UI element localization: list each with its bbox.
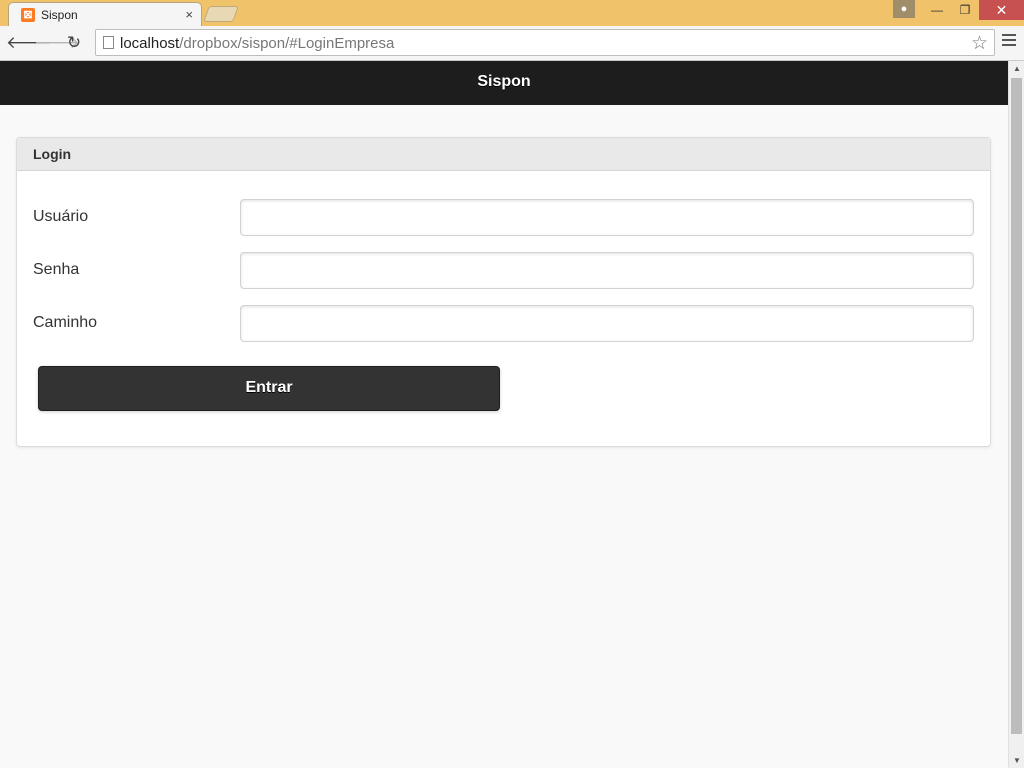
- new-tab-button[interactable]: [203, 6, 239, 22]
- form-row-usuario: Usuário: [33, 199, 975, 237]
- window-controls: ● — ❐ ✕: [893, 0, 1024, 22]
- login-panel-title: Login: [17, 138, 990, 171]
- restore-button[interactable]: ❐: [951, 0, 979, 20]
- address-bar[interactable]: localhost/dropbox/sispon/#LoginEmpresa ☆: [95, 29, 995, 56]
- vertical-scrollbar[interactable]: ▲ ▼: [1008, 61, 1024, 768]
- form-row-caminho: Caminho: [33, 305, 975, 343]
- page-viewport: Sispon Login Usuário Senha Caminho Entra…: [0, 61, 1008, 768]
- user-profile-icon[interactable]: ●: [893, 0, 915, 18]
- back-arrow-icon[interactable]: 🡐: [6, 32, 52, 54]
- minimize-button[interactable]: —: [923, 0, 951, 20]
- tab-close-icon[interactable]: ×: [185, 7, 193, 22]
- entrar-button[interactable]: Entrar: [38, 366, 500, 411]
- login-panel: Login Usuário Senha Caminho Entrar: [16, 137, 991, 447]
- xampp-favicon-icon: ⊠: [21, 8, 35, 22]
- window-titlebar: ⊠ Sispon × ● — ❐ ✕: [0, 0, 1024, 28]
- browser-tab[interactable]: ⊠ Sispon ×: [8, 2, 202, 28]
- senha-label: Senha: [33, 261, 80, 278]
- usuario-input[interactable]: [240, 199, 974, 236]
- browser-menu-icon[interactable]: [1002, 34, 1016, 50]
- browser-toolbar: 🡐 🡒 ↻ localhost/dropbox/sispon/#LoginEmp…: [0, 26, 1024, 61]
- scroll-down-arrow-icon[interactable]: ▼: [1013, 756, 1021, 765]
- url-path: /dropbox/sispon/#LoginEmpresa: [179, 35, 395, 52]
- bookmark-star-icon[interactable]: ☆: [971, 32, 988, 55]
- senha-input[interactable]: [240, 252, 974, 289]
- close-window-button[interactable]: ✕: [979, 0, 1024, 20]
- scroll-up-arrow-icon[interactable]: ▲: [1013, 64, 1021, 73]
- scrollbar-thumb[interactable]: [1011, 78, 1022, 734]
- forward-arrow-icon[interactable]: 🡒: [34, 32, 80, 54]
- app-header: Sispon: [0, 61, 1008, 105]
- url-text[interactable]: localhost/dropbox/sispon/#LoginEmpresa: [120, 35, 394, 52]
- form-row-senha: Senha: [33, 252, 975, 290]
- page-icon: [103, 36, 114, 49]
- usuario-label: Usuário: [33, 208, 89, 225]
- url-host: localhost: [120, 35, 180, 52]
- caminho-label: Caminho: [33, 314, 98, 331]
- caminho-input[interactable]: [240, 305, 974, 342]
- reload-icon[interactable]: ↻: [63, 32, 85, 54]
- tab-title: Sispon: [41, 8, 78, 22]
